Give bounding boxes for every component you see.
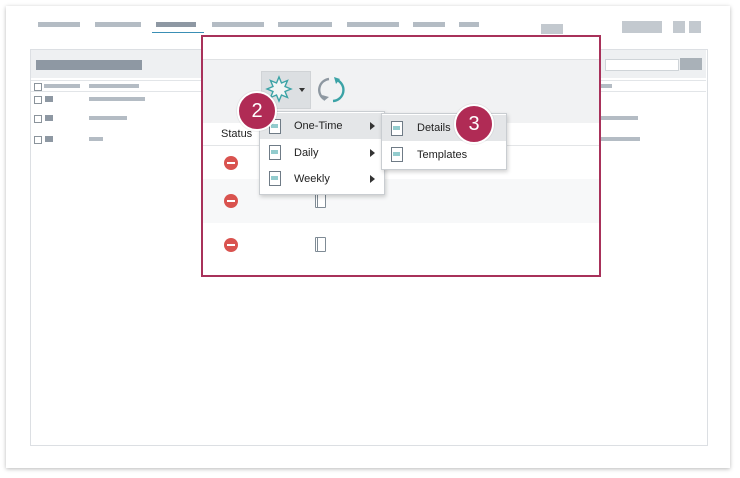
nav-item-active[interactable] bbox=[156, 22, 196, 27]
column-header[interactable] bbox=[89, 84, 139, 88]
chevron-right-icon bbox=[370, 175, 375, 183]
select-all-checkbox[interactable] bbox=[34, 83, 42, 91]
menu-item-label: Weekly bbox=[294, 173, 330, 185]
chevron-right-icon bbox=[370, 149, 375, 157]
panel-title bbox=[36, 60, 142, 70]
refresh-icon[interactable] bbox=[315, 73, 349, 107]
row-icon bbox=[45, 115, 53, 121]
menu-item-label: One-Time bbox=[294, 120, 343, 132]
step-callout-2: 2 bbox=[237, 91, 277, 131]
nav-item[interactable] bbox=[212, 22, 264, 27]
submenu-item-label: Templates bbox=[417, 149, 468, 161]
nav-item[interactable] bbox=[278, 22, 332, 27]
nav-item[interactable] bbox=[413, 22, 445, 27]
nav-control[interactable] bbox=[541, 24, 563, 34]
nav-item[interactable] bbox=[347, 22, 399, 27]
row-icon bbox=[45, 96, 53, 102]
column-header[interactable] bbox=[44, 84, 80, 88]
row-text bbox=[89, 116, 127, 120]
nav-active-underline bbox=[152, 32, 204, 33]
row-text bbox=[598, 137, 640, 141]
report-book-icon[interactable] bbox=[315, 193, 326, 208]
row-icon bbox=[45, 136, 53, 142]
submenu-item-label: Details bbox=[417, 122, 451, 134]
submenu-item-templates[interactable]: Templates bbox=[382, 142, 506, 168]
report-document-icon bbox=[391, 121, 403, 136]
row-text bbox=[89, 97, 145, 101]
user-menu[interactable] bbox=[622, 21, 662, 33]
row-checkbox[interactable] bbox=[34, 136, 42, 144]
report-book-icon[interactable] bbox=[315, 237, 326, 252]
menu-item-label: Daily bbox=[294, 147, 319, 159]
settings-icon[interactable] bbox=[673, 21, 685, 33]
menu-item-weekly[interactable]: Weekly bbox=[260, 166, 384, 192]
chevron-right-icon bbox=[370, 122, 375, 130]
table-row[interactable] bbox=[203, 223, 599, 267]
row-text bbox=[598, 116, 638, 120]
search-button[interactable] bbox=[680, 58, 702, 70]
nav-item[interactable] bbox=[459, 22, 479, 27]
report-document-icon bbox=[391, 147, 403, 162]
row-checkbox[interactable] bbox=[34, 96, 42, 104]
nav-item[interactable] bbox=[95, 22, 141, 27]
status-error-icon bbox=[224, 156, 238, 170]
row-text bbox=[89, 137, 103, 141]
menu-item-daily[interactable]: Daily bbox=[260, 140, 384, 166]
nav-item[interactable] bbox=[38, 22, 80, 27]
search-input[interactable] bbox=[605, 59, 679, 71]
report-document-icon bbox=[269, 171, 281, 186]
schedule-menu: One-Time Daily Weekly bbox=[259, 111, 385, 195]
status-error-icon bbox=[224, 194, 238, 208]
step-callout-3: 3 bbox=[454, 104, 494, 144]
help-icon[interactable] bbox=[689, 21, 701, 33]
status-column-header[interactable]: Status bbox=[221, 128, 252, 140]
row-checkbox[interactable] bbox=[34, 115, 42, 123]
menu-item-one-time[interactable]: One-Time bbox=[260, 113, 384, 139]
dropdown-caret-icon bbox=[299, 88, 305, 92]
report-document-icon bbox=[269, 145, 281, 160]
status-error-icon bbox=[224, 238, 238, 252]
